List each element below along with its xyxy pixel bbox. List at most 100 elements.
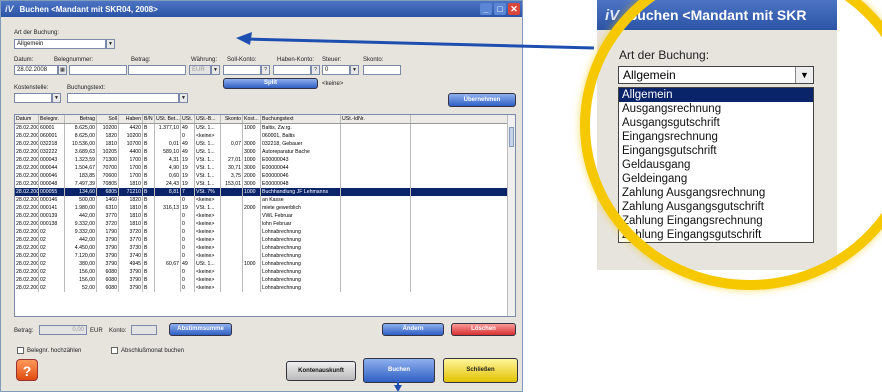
scroll-thumb[interactable] <box>509 127 514 147</box>
column-header[interactable]: Belegnr. <box>39 115 65 123</box>
art-option[interactable]: Geldeingang <box>619 172 813 186</box>
abschluss-checkbox[interactable] <box>111 347 118 354</box>
column-header[interactable]: Datum <box>15 115 39 123</box>
table-row[interactable]: 28.02.2008024.450,0037903730B 0<keine> Loh… <box>15 244 515 252</box>
table-row[interactable]: 28.02.2008000139442,0037701810B 0<keine> V… <box>15 212 515 220</box>
column-header[interactable]: Kost... <box>243 115 261 123</box>
art-option[interactable]: Eingangsgutschrift <box>619 144 813 158</box>
chevron-down-icon[interactable]: ▼ <box>211 65 220 75</box>
art-option[interactable]: Ausgangsgutschrift <box>619 116 813 130</box>
belegnr-checkbox[interactable] <box>17 347 24 354</box>
chevron-down-icon[interactable]: ▼ <box>106 39 115 49</box>
art-option[interactable]: Allgemein <box>619 88 813 102</box>
column-header[interactable]: USt. <box>181 115 195 123</box>
chevron-down-icon[interactable]: ▼ <box>179 93 188 103</box>
table-cell <box>221 124 243 132</box>
table-cell: VSt. 1... <box>195 180 221 188</box>
buchen-button[interactable]: Buchen <box>363 358 435 383</box>
chevron-down-icon[interactable]: ▼ <box>795 67 813 83</box>
column-header[interactable]: Buchungstext <box>261 115 341 123</box>
column-header[interactable]: USt. Bet... <box>155 115 181 123</box>
table-cell: 6310 <box>97 204 119 212</box>
steuer-field[interactable]: 0 <box>322 65 350 75</box>
art-option[interactable]: Ausgangsrechnung <box>619 102 813 116</box>
art-option[interactable]: Zahlung Eingangsrechnung <box>619 214 813 228</box>
table-row[interactable]: 28.02.20080600018.625,00182010200B 0<kein… <box>15 132 515 140</box>
chevron-down-icon[interactable]: ▼ <box>52 93 61 103</box>
minimize-icon[interactable]: _ <box>480 3 492 15</box>
art-label: Art der Buchung: <box>14 30 60 36</box>
calendar-icon[interactable]: ▦ <box>58 65 67 75</box>
art-option[interactable]: Zahlung Ausgangsrechnung <box>619 186 813 200</box>
window-titlebar[interactable]: iV Buchen <Mandant mit SKR04, 2008> _ □ … <box>1 1 522 17</box>
table-cell: Baltis, Zw.rg. <box>261 124 341 132</box>
table-row[interactable]: 28.02.2008000055134,60680571210B8,817VSt… <box>15 188 515 196</box>
table-row[interactable]: 28.02.200803221810.536,00181010700B0,014… <box>15 140 515 148</box>
table-row[interactable]: 28.02.20080322223.689,63102054400B589,10… <box>15 148 515 156</box>
column-header[interactable]: Soll <box>97 115 119 123</box>
haben-konto-field[interactable] <box>273 65 311 75</box>
table-row[interactable]: 28.02.20080001389.332,0037201810B 0<keine… <box>15 220 515 228</box>
uebernehmen-button[interactable]: Übernehmen <box>448 93 516 107</box>
table-cell <box>341 228 411 236</box>
kostenstelle-field[interactable] <box>14 93 52 103</box>
maximize-icon[interactable]: □ <box>494 3 506 15</box>
soll-konto-field[interactable] <box>223 65 261 75</box>
table-scrollbar[interactable] <box>507 115 515 316</box>
table-row[interactable]: 28.02.2008029.332,0017903720B 0<keine> Loh… <box>15 228 515 236</box>
table-row[interactable]: 28.02.200802156,0060803790B 0<keine> Lohna… <box>15 276 515 284</box>
table-row[interactable]: 28.02.20080000431.323,59713001700B4,3119… <box>15 156 515 164</box>
art-options-list[interactable]: Allgemein Ausgangsrechnung Ausgangsgutschr… <box>618 87 814 243</box>
column-header[interactable]: Haben <box>119 115 143 123</box>
schliessen-button[interactable]: Schließen <box>443 358 518 383</box>
loeschen-button[interactable]: Löschen <box>451 323 516 336</box>
table-cell: 4,90 <box>155 164 181 172</box>
table-row[interactable]: 28.02.20080000441.504,67707001700B4,9019… <box>15 164 515 172</box>
table-row[interactable]: 28.02.2008000146500,0014601820B 0<keine> a… <box>15 196 515 204</box>
art-option[interactable]: Geldausgang <box>619 158 813 172</box>
datum-field[interactable]: 28.02.2008 <box>14 65 58 75</box>
lookup-icon[interactable]: ? <box>261 65 270 75</box>
table-row[interactable]: 28.02.200802156,0060803790B 0<keine> Lohna… <box>15 268 515 276</box>
abstimmsumme-button[interactable]: Abstimmsumme <box>169 323 232 336</box>
kontenauskunft-button[interactable]: Kontenauskunft <box>286 361 356 381</box>
table-cell <box>341 140 411 148</box>
betrag-field[interactable] <box>128 65 186 75</box>
table-row[interactable]: 28.02.20080252,0060803790B 0<keine> Lohnab… <box>15 284 515 292</box>
table-cell: Lohnabrechnung <box>261 228 341 236</box>
art-select[interactable]: Allgemein <box>14 39 106 49</box>
column-header[interactable]: B/N <box>143 115 155 123</box>
table-row[interactable]: 28.02.2008000046183,85706001700B0,6019VS… <box>15 172 515 180</box>
table-row[interactable]: 28.02.20080001411.980,0063101810B316,131… <box>15 204 515 212</box>
arrow-down-icon <box>394 382 402 392</box>
column-header[interactable]: Betrag <box>65 115 97 123</box>
footer-konto-field <box>131 325 157 335</box>
art-option[interactable]: Zahlung Eingangsgutschrift <box>619 228 813 242</box>
table-cell: 60,67 <box>155 260 181 268</box>
art-option[interactable]: Eingangsrechnung <box>619 130 813 144</box>
table-row[interactable]: 28.02.2008027.120,0037903740B 0<keine> Loh… <box>15 252 515 260</box>
column-header[interactable]: Skonto <box>221 115 243 123</box>
belegnummer-field[interactable] <box>69 65 127 75</box>
lookup-icon[interactable]: ? <box>311 65 320 75</box>
chevron-down-icon[interactable]: ▼ <box>350 65 359 75</box>
help-button[interactable]: ? <box>16 359 38 381</box>
bookings-table[interactable]: Datum Belegnr. Betrag Soll Haben B/N USt. Bet.… <box>14 114 516 317</box>
buchungstext-field[interactable] <box>67 93 179 103</box>
waehrung-field[interactable]: EUR <box>189 65 211 75</box>
table-row[interactable]: 28.02.20080000487.497,39708051810B24,431… <box>15 180 515 188</box>
table-cell: 28.02.2008 <box>16 212 39 220</box>
zoom-art-select[interactable]: Allgemein <box>618 66 814 84</box>
close-icon[interactable]: ✕ <box>508 3 520 15</box>
skonto-field[interactable] <box>363 65 401 75</box>
column-header[interactable]: USt.-B... <box>195 115 221 123</box>
split-button[interactable]: Split <box>223 78 318 89</box>
table-row[interactable]: 28.02.200802380,0037904945B60,6749USt. 1… <box>15 260 515 268</box>
aendern-button[interactable]: Ändern <box>382 323 444 336</box>
table-cell: 183,85 <box>65 172 97 180</box>
art-option[interactable]: Zahlung Ausgangsgutschrift <box>619 200 813 214</box>
table-cell: 316,13 <box>155 204 181 212</box>
table-row[interactable]: 28.02.200802442,0037903770B 0<keine> Lohna… <box>15 236 515 244</box>
column-header[interactable]: USt.-IdNr. <box>341 115 411 123</box>
table-row[interactable]: 28.02.2008600018.625,00102004420B1.377,1… <box>15 124 515 132</box>
